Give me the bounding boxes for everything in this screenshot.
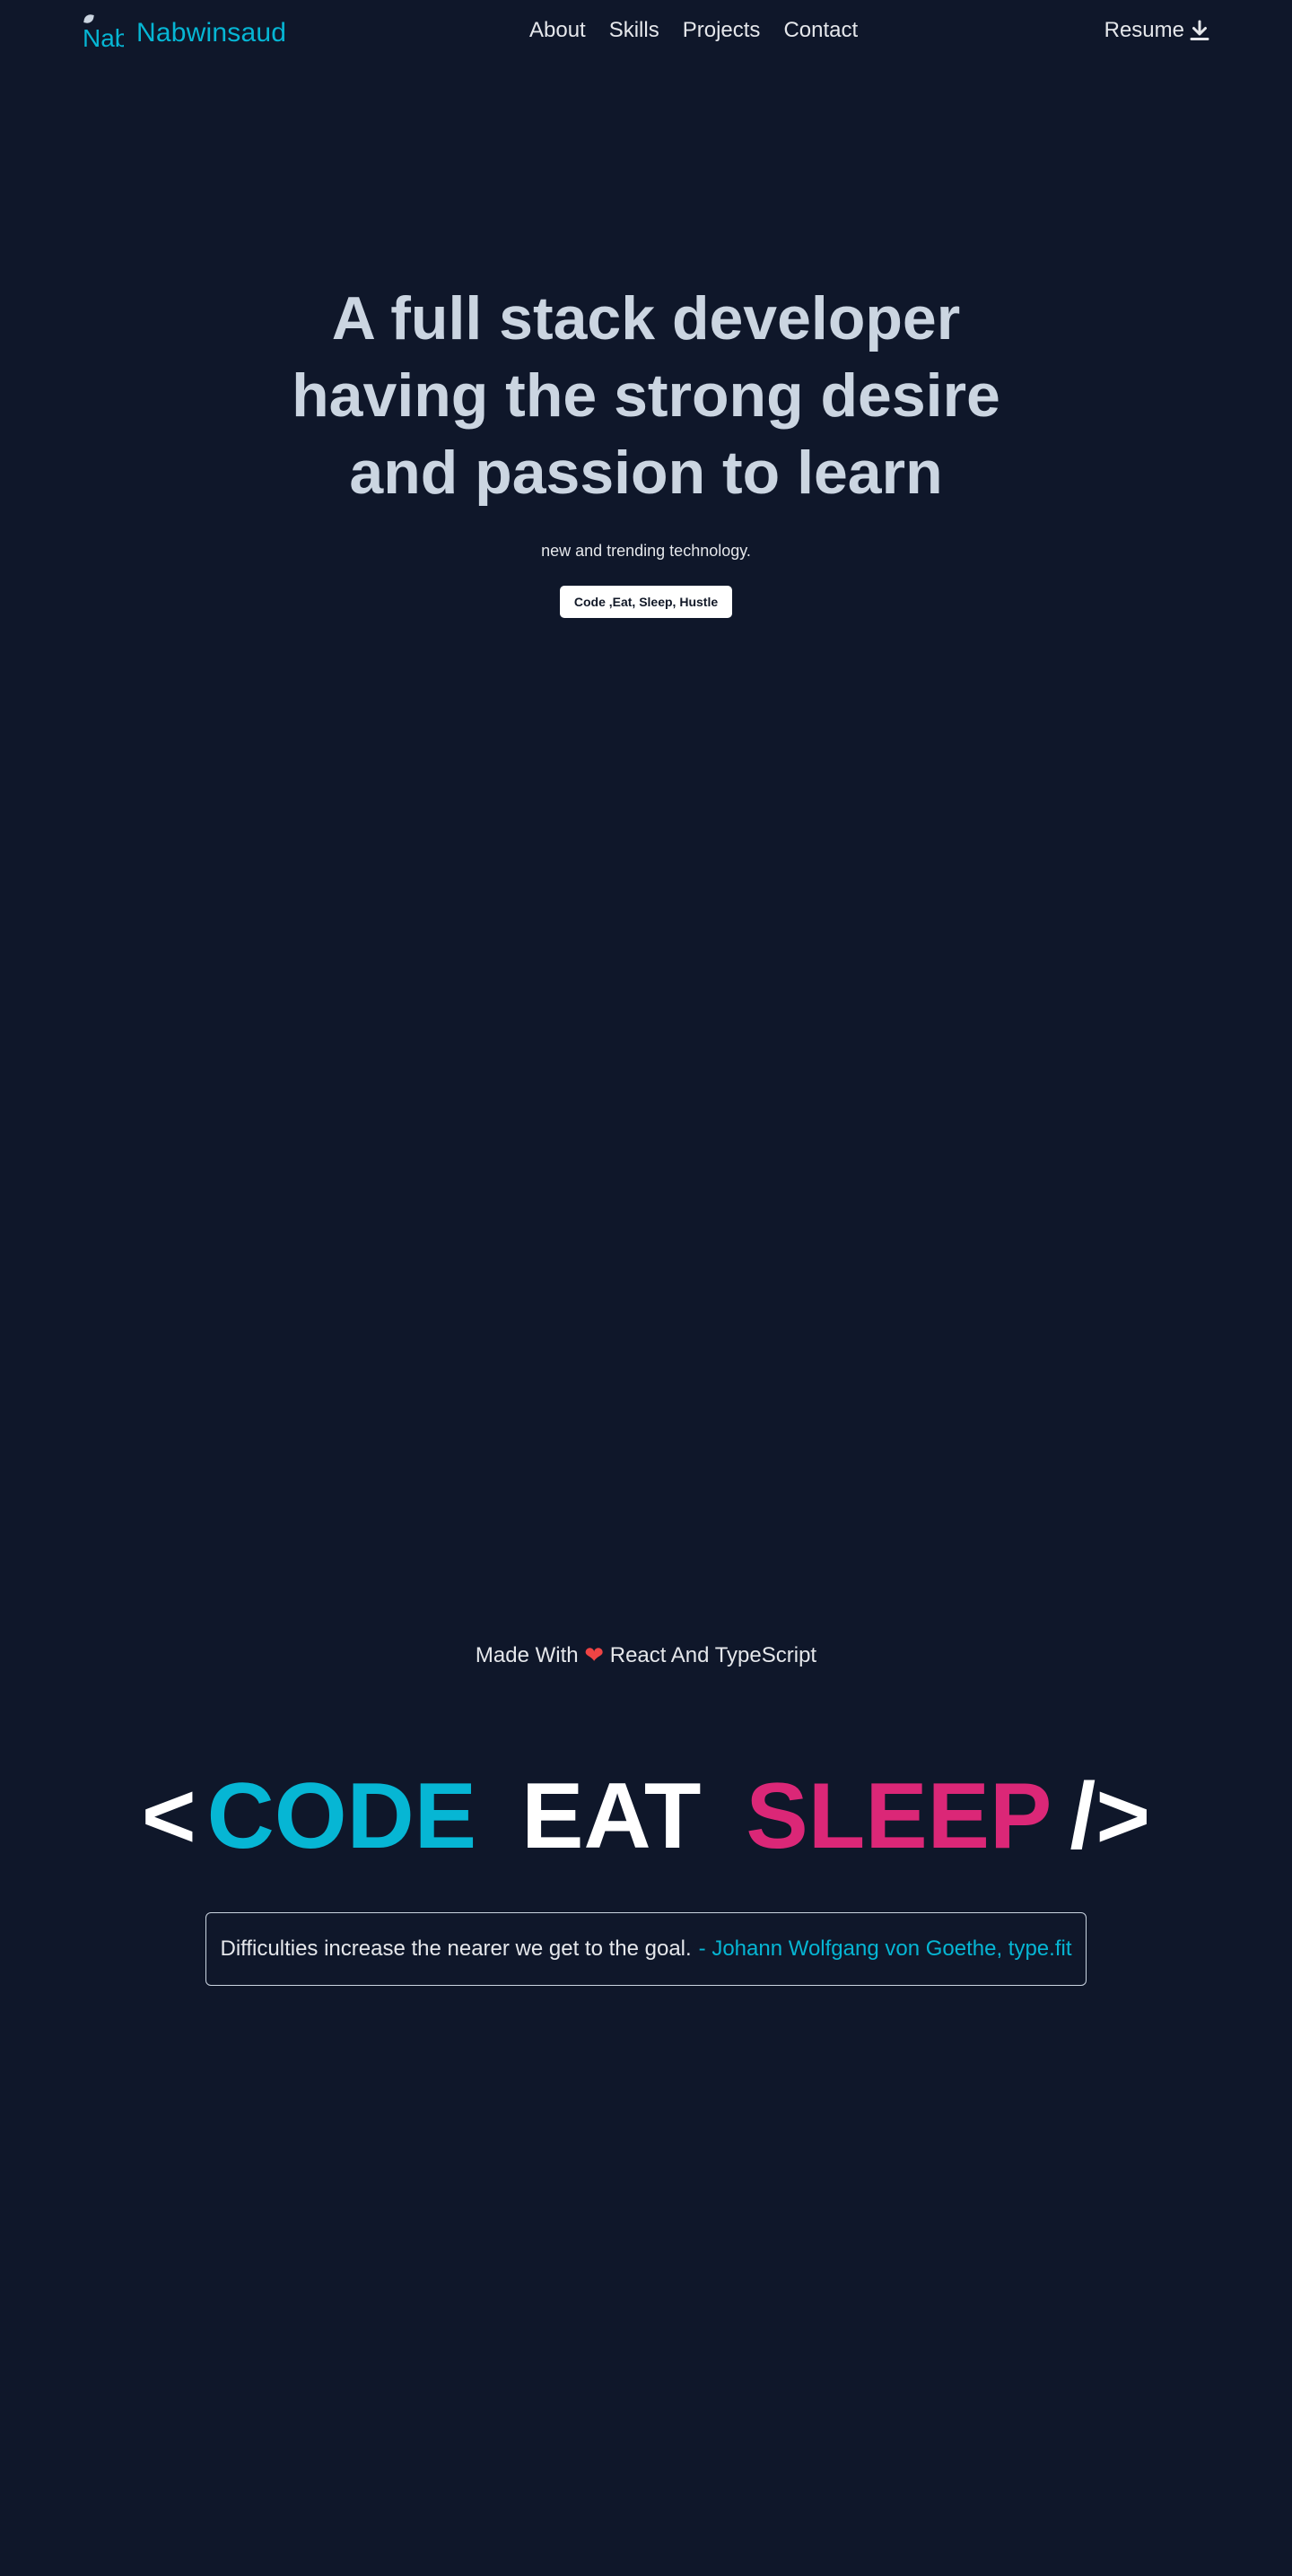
nav-contact[interactable]: Contact bbox=[783, 18, 858, 43]
quote-box: Difficulties increase the nearer we get … bbox=[205, 1912, 1087, 1986]
code-eat-sleep-slogan: < CODE EAT SLEEP/> bbox=[0, 1758, 1292, 1875]
hero-section: A full stack developer having the strong… bbox=[0, 280, 1292, 618]
hero-title: A full stack developer having the strong… bbox=[292, 284, 1000, 507]
nav-skills[interactable]: Skills bbox=[609, 18, 659, 43]
slogan-code: CODE bbox=[206, 1764, 477, 1868]
slogan-open-bracket: < bbox=[141, 1764, 196, 1868]
nav-about[interactable]: About bbox=[529, 18, 586, 43]
hero-button[interactable]: Code ,Eat, Sleep, Hustle bbox=[559, 586, 733, 618]
nav-projects[interactable]: Projects bbox=[683, 18, 761, 43]
site-header: Nab Nabwinsaud About Skills Projects Con… bbox=[0, 0, 1292, 66]
made-with-note: Made With ❤ React And TypeScript bbox=[0, 1641, 1292, 1669]
brand-name: Nabwinsaud bbox=[136, 18, 287, 48]
resume-label: Resume bbox=[1104, 18, 1184, 42]
quote-text: Difficulties increase the nearer we get … bbox=[220, 1936, 692, 1961]
quote-author: - Johann Wolfgang von Goethe, type.fit bbox=[698, 1936, 1072, 1961]
made-with-tech: React And TypeScript bbox=[609, 1643, 817, 1667]
logo: Nab bbox=[83, 13, 124, 54]
brand-link[interactable]: Nab Nabwinsaud bbox=[83, 13, 286, 54]
made-with-text: Made With bbox=[475, 1643, 579, 1667]
hero-subtitle: new and trending technology. bbox=[541, 542, 751, 560]
main-nav: About Skills Projects Contact bbox=[529, 18, 858, 43]
resume-download-button[interactable]: Resume bbox=[1104, 18, 1209, 43]
leaf-icon bbox=[83, 13, 94, 24]
slogan-sleep: SLEEP bbox=[746, 1764, 1052, 1868]
download-icon bbox=[1190, 20, 1209, 41]
logo-text: Nab bbox=[83, 24, 124, 52]
slogan-close-bracket: /> bbox=[1069, 1764, 1151, 1868]
slogan-eat: EAT bbox=[521, 1764, 702, 1868]
heart-icon: ❤ bbox=[584, 1641, 605, 1668]
